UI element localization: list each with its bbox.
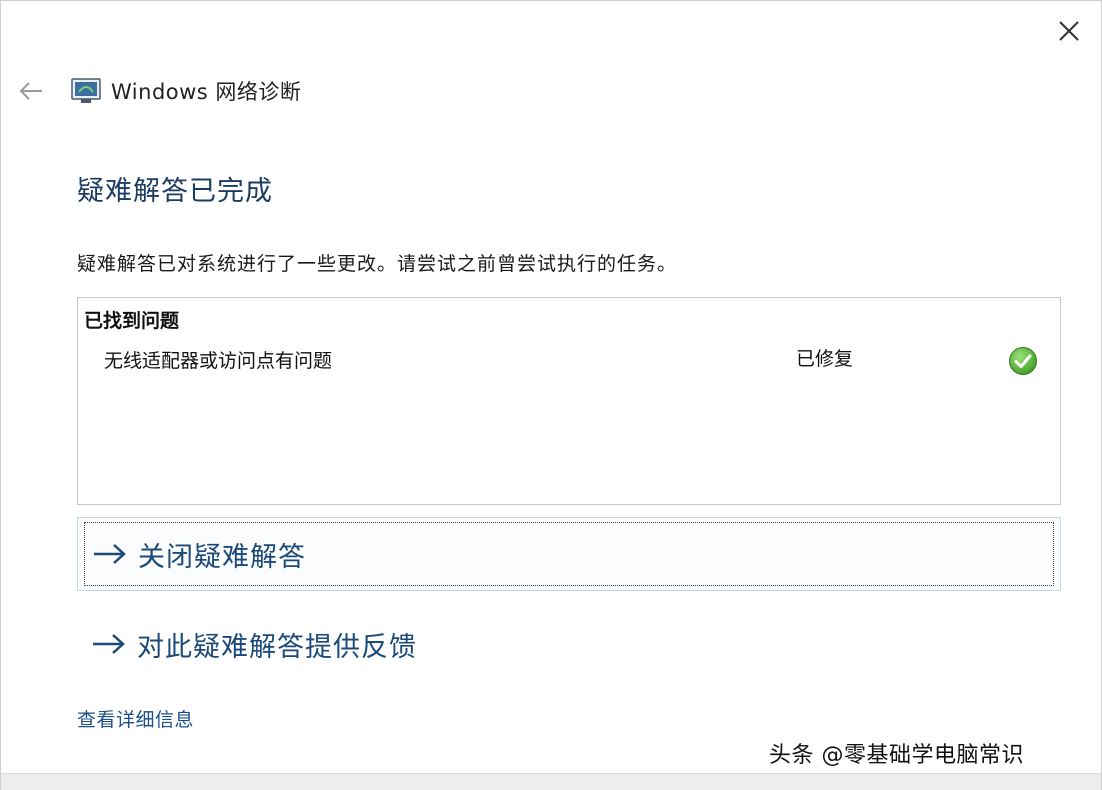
close-button[interactable] (1047, 11, 1091, 51)
problems-header: 已找到问题 (84, 310, 180, 332)
focus-ring (84, 522, 1054, 586)
problems-found-panel: 已找到问题 无线适配器或访问点有问题 已修复 (77, 297, 1061, 505)
check-circle-icon (1009, 347, 1037, 375)
watermark: 头条 @零基础学电脑常识 (769, 743, 1024, 768)
troubleshooter-window: Windows 网络诊断 疑难解答已完成 疑难解答已对系统进行了一些更改。请尝试… (0, 0, 1102, 790)
description-text: 疑难解答已对系统进行了一些更改。请尝试之前曾尝试执行的任务。 (77, 253, 678, 275)
feedback-link[interactable]: 对此疑难解答提供反馈 (77, 607, 1061, 681)
back-arrow-icon (19, 82, 42, 100)
app-header: Windows 网络诊断 (71, 73, 301, 109)
close-icon (1059, 21, 1079, 41)
feedback-label: 对此疑难解答提供反馈 (137, 631, 417, 663)
problem-row: 无线适配器或访问点有问题 已修复 (78, 342, 1060, 376)
page-title: 疑难解答已完成 (77, 176, 273, 207)
network-diagnostics-icon (71, 78, 101, 104)
arrow-right-icon (89, 629, 129, 659)
problem-status: 已修复 (796, 348, 854, 370)
back-button[interactable] (11, 71, 51, 111)
bottom-bar (1, 773, 1101, 790)
view-details-link[interactable]: 查看详细信息 (77, 705, 194, 732)
close-troubleshooter-link[interactable]: 关闭疑难解答 (77, 517, 1061, 591)
app-title: Windows 网络诊断 (111, 80, 302, 104)
problem-name: 无线适配器或访问点有问题 (104, 350, 333, 372)
